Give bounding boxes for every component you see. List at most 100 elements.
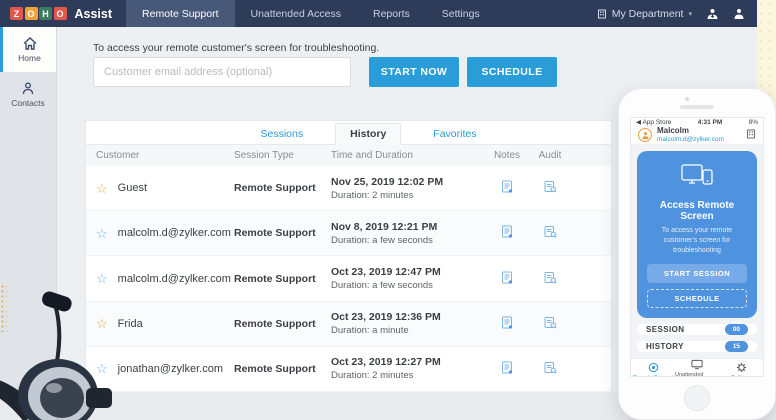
nav-tab-settings[interactable]: Settings: [426, 0, 496, 27]
main-nav: Remote Support Unattended Access Reports…: [126, 0, 496, 27]
session-time: Oct 23, 2019 12:47 PM: [331, 266, 488, 278]
session-counter[interactable]: SESSION 00: [637, 324, 757, 335]
page: Z O H O Assist Remote Support Unattended…: [0, 0, 776, 420]
session-duration: Duration: a few seconds: [331, 235, 488, 246]
sessions-card: Sessions History Favorites Customer Sess…: [85, 120, 612, 392]
sidebar-item-contacts[interactable]: Contacts: [0, 72, 56, 117]
table-row[interactable]: ☆jonathan@zylker.com Remote Support Oct …: [86, 347, 611, 392]
session-time: Nov 8, 2019 12:21 PM: [331, 221, 488, 233]
notes-icon[interactable]: [501, 180, 513, 196]
phone-speaker: [680, 105, 714, 109]
phone-user-row[interactable]: Malcolm malcolm.d@zylker.com: [631, 126, 763, 145]
tab-favorites[interactable]: Favorites: [427, 124, 482, 144]
brand-name: Assist: [75, 0, 113, 27]
schedule-button[interactable]: SCHEDULE: [467, 57, 557, 87]
start-now-button[interactable]: START NOW: [369, 57, 459, 87]
table-row[interactable]: ☆malcolm.d@zylker.com Remote Support Nov…: [86, 211, 611, 256]
audit-icon[interactable]: [544, 361, 557, 377]
phone-nav-remote-support[interactable]: Remote Support: [631, 359, 675, 377]
notes-icon[interactable]: [501, 316, 513, 332]
building-icon: [597, 9, 607, 19]
devices-icon: [680, 174, 714, 191]
phone-mockup: ◀ App Store 4:31 PM 8% Malcolm malcolm.d…: [618, 88, 776, 420]
logo-tile: Z: [10, 7, 23, 20]
table-header: Customer Session Type Time and Duration …: [86, 145, 611, 166]
headset-image: [0, 280, 120, 420]
chevron-down-icon: ▾: [688, 10, 692, 18]
favorite-star-icon[interactable]: ☆: [96, 227, 108, 240]
session-duration: Duration: a few seconds: [331, 280, 488, 291]
phone-nav-label: Remote Support: [633, 375, 673, 377]
table-row[interactable]: ☆malcolm.d@zylker.com Remote Support Oct…: [86, 256, 611, 301]
table-row[interactable]: ☆Frida Remote Support Oct 23, 2019 12:36…: [86, 302, 611, 347]
logo-tile: H: [39, 7, 52, 20]
department-icon[interactable]: [746, 126, 756, 144]
audit-icon[interactable]: [544, 225, 557, 241]
logo-tile: O: [25, 7, 38, 20]
phone-screen: ◀ App Store 4:31 PM 8% Malcolm malcolm.d…: [630, 117, 764, 377]
user-account-icon[interactable]: [733, 8, 745, 20]
session-time: Oct 23, 2019 12:27 PM: [331, 356, 488, 368]
contacts-icon: [21, 82, 35, 95]
audit-icon[interactable]: [544, 180, 557, 196]
notes-icon[interactable]: [501, 225, 513, 241]
phone-nav-label: Unattended Access: [675, 372, 719, 377]
phone-card-title: Access Remote Screen: [647, 200, 747, 222]
col-time-duration: Time and Duration: [331, 150, 488, 161]
session-duration: Duration: 2 minutes: [331, 190, 488, 201]
history-counter-label: HISTORY: [646, 342, 684, 351]
session-counter-label: SESSION: [646, 325, 684, 334]
session-type: Remote Support: [234, 363, 331, 375]
favorite-star-icon[interactable]: ☆: [96, 182, 108, 195]
phone-user-email[interactable]: malcolm.d@zylker.com: [657, 136, 724, 144]
sidebar-item-label: Home: [18, 53, 41, 63]
phone-statusbar: ◀ App Store 4:31 PM 8%: [631, 118, 763, 126]
col-session-type: Session Type: [234, 150, 331, 161]
customer-name: Guest: [118, 182, 147, 194]
phone-home-button[interactable]: [684, 385, 710, 411]
sessions-tabbar: Sessions History Favorites: [86, 121, 611, 145]
tab-history[interactable]: History: [335, 123, 401, 145]
nav-tab-remote-support[interactable]: Remote Support: [126, 0, 234, 27]
start-session-button[interactable]: START SESSION: [647, 264, 747, 283]
phone-bottom-nav: Remote Support Unattended Access Setting…: [631, 358, 763, 377]
deploy-agent-icon[interactable]: [706, 8, 719, 20]
customer-email-input[interactable]: [93, 57, 351, 87]
logo-tile: O: [54, 7, 67, 20]
avatar: [638, 128, 652, 142]
session-type: Remote Support: [234, 182, 331, 194]
phone-user-name: Malcolm: [657, 126, 724, 136]
zoho-logo: Z O H O: [0, 0, 75, 27]
phone-nav-label: Settings: [731, 375, 751, 377]
department-label: My Department: [612, 8, 684, 20]
session-type: Remote Support: [234, 227, 331, 239]
nav-tab-unattended-access[interactable]: Unattended Access: [235, 0, 357, 27]
session-time: Nov 25, 2019 12:02 PM: [331, 176, 488, 188]
phone-nav-settings[interactable]: Settings: [719, 359, 763, 377]
audit-icon[interactable]: [544, 316, 557, 332]
nav-tab-reports[interactable]: Reports: [357, 0, 426, 27]
col-customer: Customer: [86, 150, 234, 161]
sidebar-item-home[interactable]: Home: [0, 27, 56, 72]
phone-nav-unattended-access[interactable]: Unattended Access: [675, 359, 719, 377]
tab-sessions[interactable]: Sessions: [255, 124, 310, 144]
home-icon: [23, 37, 37, 50]
session-duration: Duration: 2 minutes: [331, 370, 488, 381]
col-audit: Audit: [526, 150, 574, 161]
phone-schedule-button[interactable]: SCHEDULE: [647, 289, 747, 308]
session-duration: Duration: a minute: [331, 325, 488, 336]
audit-icon[interactable]: [544, 271, 557, 287]
status-left: ◀ App Store: [636, 118, 671, 126]
status-time: 4:31 PM: [698, 119, 723, 126]
notes-icon[interactable]: [501, 271, 513, 287]
notes-icon[interactable]: [501, 361, 513, 377]
customer-name: Frida: [118, 318, 143, 330]
table-row[interactable]: ☆ Guest Remote Support Nov 25, 2019 12:02…: [86, 166, 611, 211]
session-count-badge: 00: [725, 324, 748, 335]
history-count-badge: 15: [725, 341, 748, 352]
session-time: Oct 23, 2019 12:36 PM: [331, 311, 488, 323]
history-counter[interactable]: HISTORY 15: [637, 341, 757, 352]
department-dropdown[interactable]: My Department ▾: [597, 8, 692, 20]
col-notes: Notes: [488, 150, 526, 161]
customer-name: malcolm.d@zylker.com: [118, 273, 231, 285]
